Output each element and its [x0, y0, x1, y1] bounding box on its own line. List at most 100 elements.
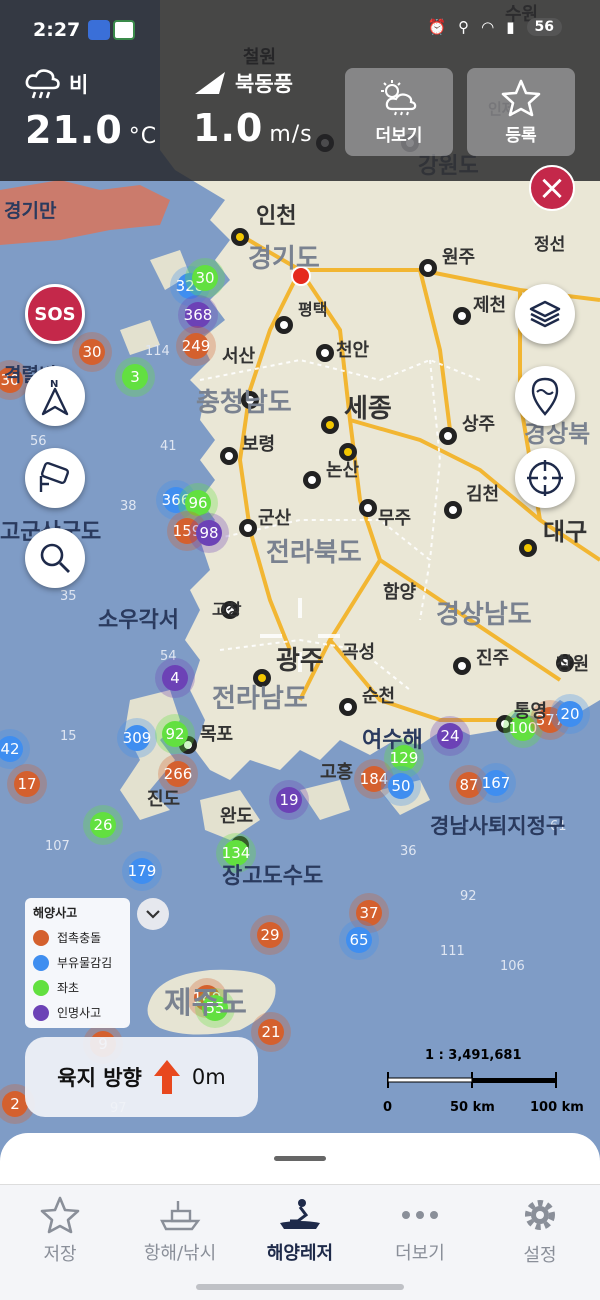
incident-marker-collision[interactable]: 17 [7, 764, 47, 804]
incident-marker-human[interactable]: 4 [155, 658, 195, 698]
scale-tick-50: 50 km [450, 1100, 495, 1115]
wind-direction-icon [195, 72, 225, 94]
register-label: 등록 [505, 125, 537, 146]
incident-marker-collision[interactable]: 249 [176, 326, 216, 366]
sos-button[interactable]: SOS [25, 284, 85, 344]
close-icon: × [537, 168, 567, 208]
incident-marker-human[interactable]: 24 [430, 716, 470, 756]
weather-more-button[interactable]: 더보기 [345, 68, 453, 156]
legend-item: 좌초 [33, 975, 122, 1000]
incident-count: 24 [440, 727, 459, 745]
incident-marker-human[interactable]: 98 [189, 513, 229, 553]
incident-marker-grounding[interactable]: 134 [216, 833, 256, 873]
svg-text:61: 61 [550, 819, 567, 834]
cctv-button[interactable] [25, 448, 85, 508]
nav-label: 해양레저 [266, 1242, 334, 1264]
location-pin-icon [531, 377, 559, 416]
svg-text:41: 41 [160, 439, 177, 454]
svg-text:106: 106 [500, 959, 525, 974]
sos-label: SOS [34, 303, 76, 325]
up-arrow-icon [153, 1060, 180, 1094]
legend-toggle-button[interactable] [137, 898, 169, 930]
layers-button[interactable] [515, 284, 575, 344]
incident-count: 179 [128, 862, 157, 880]
my-location-button[interactable] [515, 448, 575, 508]
nav-tab-marine-leisure[interactable]: 해양레저 [240, 1185, 360, 1276]
incident-marker-grounding[interactable]: 3 [115, 357, 155, 397]
incident-marker-drift[interactable]: 167 [476, 763, 516, 803]
incident-count: 30 [82, 343, 101, 361]
incident-marker-drift[interactable]: 20 [550, 694, 590, 734]
current-location-marker [291, 266, 311, 286]
incident-marker-collision[interactable]: 30 [72, 332, 112, 372]
legend-swatch [33, 954, 49, 971]
legend-swatch [33, 979, 49, 996]
incident-marker-drift[interactable]: 42 [0, 729, 30, 769]
incident-count: 4 [170, 669, 180, 687]
incident-marker-collision[interactable]: 21 [251, 1012, 291, 1052]
scale-tick-100: 100 km [530, 1100, 584, 1115]
incident-count: 266 [164, 765, 193, 783]
rain-cloud-icon [25, 69, 60, 99]
weather-top-bar: 2:27 ⏰ ⚲ ◠ ▮ 56 비 21.0 °C 북동풍 1.0 m/s 더보기 … [0, 0, 600, 181]
incident-legend: 해양사고 접촉충돌 부유물감김 좌초 인명사고 [25, 898, 130, 1028]
sea-marker-button[interactable] [515, 366, 575, 426]
star-icon [40, 1196, 80, 1233]
incident-marker-grounding[interactable]: 30 [185, 258, 225, 298]
incident-count: 20 [560, 705, 579, 723]
incident-marker-grounding[interactable]: 92 [155, 714, 195, 754]
incident-marker-collision[interactable]: 266 [158, 754, 198, 794]
incident-marker-grounding[interactable]: 26 [83, 805, 123, 845]
incident-count: 37 [359, 904, 378, 922]
nav-tab-saved[interactable]: 저장 [0, 1185, 120, 1276]
incident-marker-drift[interactable]: 179 [122, 851, 162, 891]
incident-count: 167 [482, 774, 511, 792]
signal-icon: ▮ [506, 18, 515, 36]
chevron-down-icon [146, 910, 160, 919]
svg-text:56: 56 [30, 434, 47, 449]
register-button[interactable]: 등록 [467, 68, 575, 156]
bottom-navigation: 저장 항해/낚시 해양레저 더보기 설정 [0, 1184, 600, 1276]
map-notification-icon [113, 20, 135, 40]
incident-count: 134 [222, 844, 251, 862]
jetski-icon [280, 1198, 320, 1229]
incident-marker-collision[interactable]: 29 [250, 915, 290, 955]
nav-label: 항해/낚시 [143, 1242, 217, 1264]
wind-speed-value: 1.0 [193, 106, 264, 150]
wind-info: 북동풍 1.0 m/s [193, 68, 313, 150]
legend-swatch [33, 1004, 49, 1021]
svg-text:92: 92 [460, 889, 477, 904]
incident-marker-human[interactable]: 19 [269, 780, 309, 820]
nav-tab-navigation-fishing[interactable]: 항해/낚시 [120, 1185, 240, 1276]
scale-tick-0: 0 [383, 1100, 393, 1115]
incident-count: 98 [199, 524, 218, 542]
app-notification-icon [88, 20, 110, 40]
incident-marker-drift[interactable]: 309 [117, 718, 157, 758]
target-crosshair-icon [527, 460, 563, 496]
bottom-sheet-handle[interactable] [274, 1156, 326, 1161]
close-button[interactable]: × [529, 165, 575, 211]
svg-text:35: 35 [60, 589, 77, 604]
incident-count: 55 [205, 999, 224, 1017]
search-button[interactable] [25, 528, 85, 588]
land-direction-panel: 육지 방향 0m [25, 1037, 258, 1117]
legend-item: 접촉충돌 [33, 925, 122, 950]
nav-tab-more[interactable]: 더보기 [360, 1185, 480, 1276]
legend-item: 부유물감김 [33, 950, 122, 975]
incident-count: 96 [188, 494, 207, 512]
search-icon [40, 543, 70, 573]
incident-marker-drift[interactable]: 65 [339, 920, 379, 960]
svg-text:15: 15 [60, 729, 77, 744]
incident-count: 21 [261, 1023, 280, 1041]
compass-button[interactable]: N [25, 366, 85, 426]
svg-text:114: 114 [145, 344, 170, 359]
incident-marker-drift[interactable]: 50 [381, 766, 421, 806]
cctv-camera-icon [39, 461, 70, 492]
incident-marker-grounding[interactable]: 55 [195, 988, 235, 1028]
map-scale-bar: 1 : 3,491,681 0 50 km 100 km [380, 1048, 590, 1118]
status-time: 2:27 [33, 19, 81, 41]
gear-icon [525, 1199, 555, 1230]
weather-condition-text: 비 [69, 73, 89, 97]
alarm-icon: ⏰ [427, 18, 447, 36]
nav-tab-settings[interactable]: 설정 [480, 1185, 600, 1276]
